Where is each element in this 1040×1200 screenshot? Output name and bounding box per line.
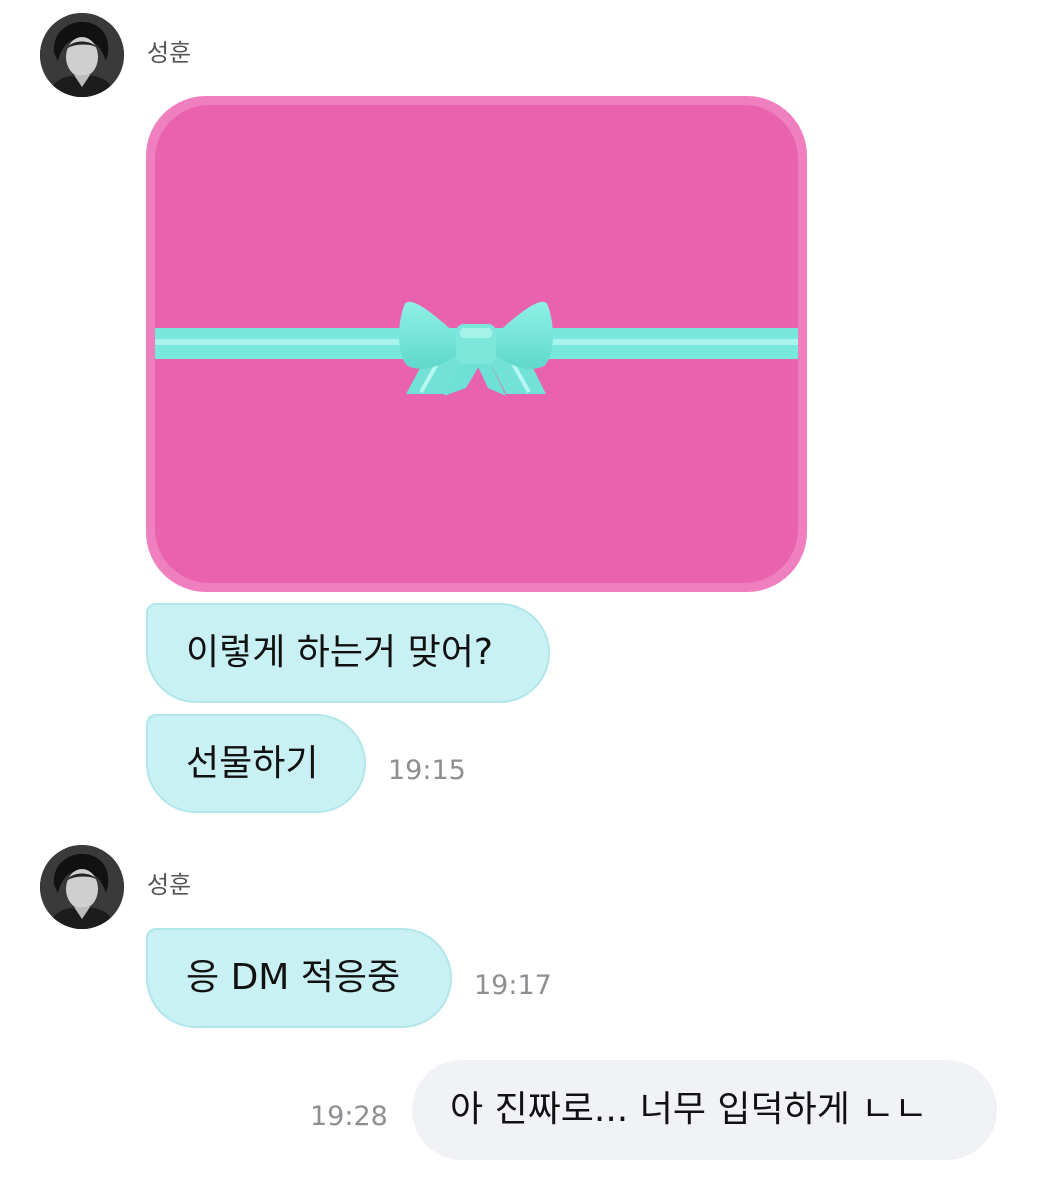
message-text: 아 진짜로... 너무 입덕하게 ㄴㄴ: [450, 1089, 928, 1130]
gift-box-icon: [146, 96, 807, 592]
message-text: 이렇게 하는거 맞어?: [186, 632, 493, 673]
message-bubble[interactable]: 이렇게 하는거 맞어?: [146, 603, 550, 703]
sender-avatar[interactable]: [40, 13, 124, 97]
sender-avatar[interactable]: [40, 845, 124, 929]
sender-name: 성훈: [147, 39, 192, 67]
message-bubble[interactable]: 응 DM 적응중: [146, 928, 452, 1028]
message-timestamp: 19:15: [388, 755, 466, 786]
outgoing-message-bubble[interactable]: 아 진짜로... 너무 입덕하게 ㄴㄴ: [412, 1060, 997, 1160]
message-timestamp: 19:17: [474, 970, 552, 1001]
sender-name: 성훈: [147, 871, 192, 899]
gift-card[interactable]: [146, 96, 807, 592]
message-text: 선물하기: [186, 742, 319, 784]
portrait-icon: [40, 845, 124, 929]
message-text: 응 DM 적응중: [186, 957, 401, 998]
message-bubble[interactable]: 선물하기: [146, 714, 366, 813]
portrait-icon: [40, 13, 124, 97]
message-timestamp: 19:28: [310, 1101, 388, 1132]
